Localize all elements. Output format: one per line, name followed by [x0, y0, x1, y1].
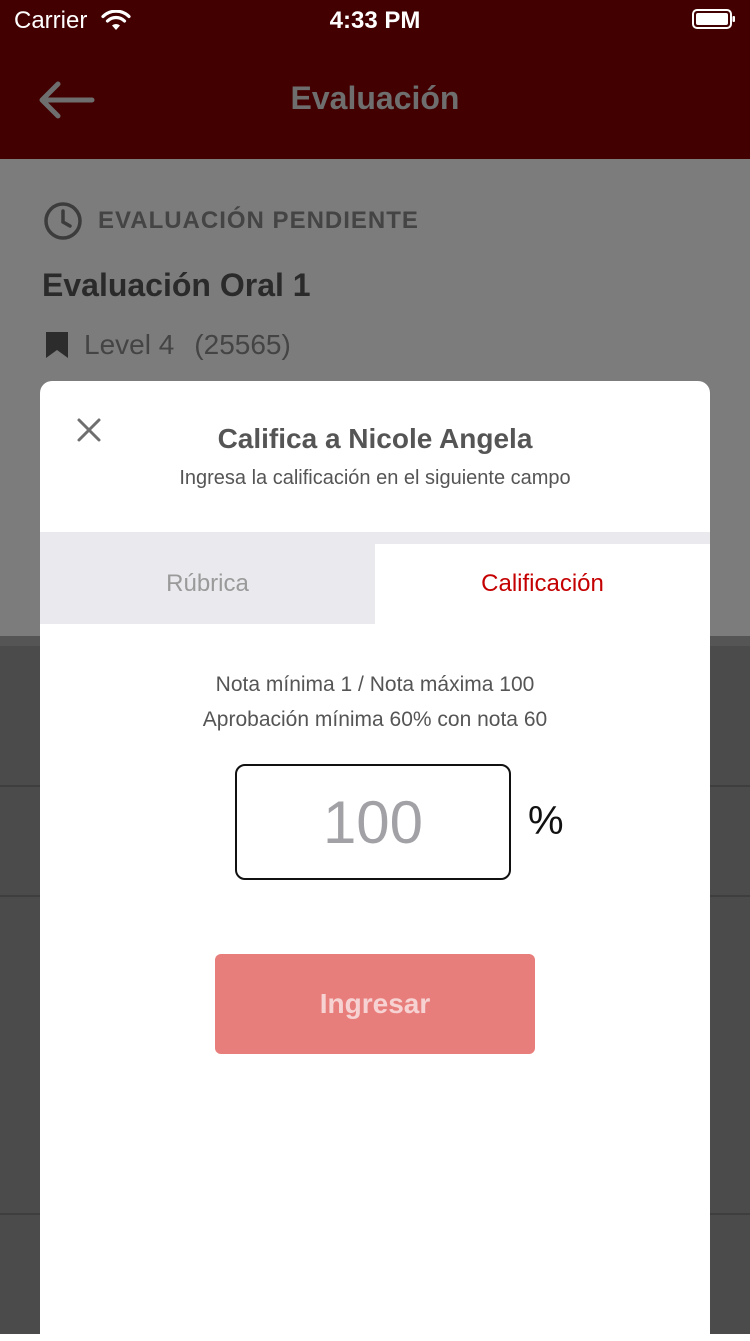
modal-title: Califica a Nicole Angela — [217, 423, 533, 454]
tab-rubrica[interactable]: Rúbrica — [40, 544, 375, 624]
page-title: Evaluación — [290, 80, 460, 116]
percent-symbol: % — [528, 799, 564, 843]
status-row: EVALUACIÓN PENDIENTE — [42, 201, 419, 241]
level-code: (25565) — [194, 329, 291, 360]
level-name: Level 4 — [84, 329, 175, 360]
level-row: Level 4 (25565) — [44, 329, 291, 361]
nav-bar: Evaluación — [0, 40, 750, 159]
evaluation-status-label: EVALUACIÓN PENDIENTE — [98, 207, 419, 234]
tab-bar: Rúbrica Calificación — [40, 532, 710, 624]
status-bar: Carrier 4:33 PM — [0, 0, 750, 40]
grade-modal: Califica a Nicole Angela Ingresa la cali… — [40, 381, 710, 1341]
approval-text: Aprobación mínima 60% con nota 60 — [202, 708, 548, 731]
battery-icon — [692, 9, 735, 29]
tab-calificacion[interactable]: Calificación — [375, 544, 710, 624]
grade-input[interactable] — [235, 764, 511, 880]
evaluation-title: Evaluación Oral 1 — [42, 267, 311, 303]
modal-subtitle: Ingresa la calificación en el siguiente … — [179, 467, 571, 489]
status-time: 4:33 PM — [329, 7, 421, 34]
submit-button[interactable]: Ingresar — [215, 954, 535, 1054]
bookmark-icon — [46, 332, 68, 358]
clock-icon — [44, 202, 82, 240]
grade-range-text: Nota mínima 1 / Nota máxima 100 — [215, 673, 535, 696]
